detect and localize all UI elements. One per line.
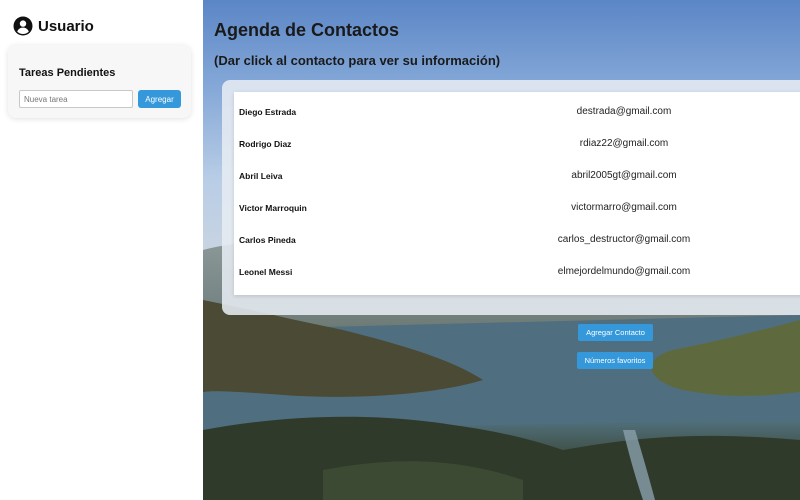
page-subtitle: (Dar click al contacto para ver su infor… [214,53,501,68]
tasks-title: Tareas Pendientes [19,67,116,79]
contact-email: elmejordelmundo@gmail.com [557,266,691,277]
contact-name: Victor Marroquin [239,203,307,213]
contact-row[interactable]: Rodrigo Diaz rdiaz22@gmail.com [234,135,800,155]
contact-name: Rodrigo Diaz [239,139,292,149]
contact-row[interactable]: Leonel Messi elmejordelmundo@gmail.com [234,263,800,283]
contact-row[interactable]: Victor Marroquin victormarro@gmail.com [234,199,800,219]
contact-email: destrada@gmail.com [576,106,672,117]
tasks-card: Tareas Pendientes Agregar [8,45,191,118]
contact-name: Diego Estrada [239,107,297,117]
contact-row[interactable]: Carlos Pineda carlos_destructor@gmail.co… [234,231,800,251]
contact-name: Carlos Pineda [239,235,296,245]
page-title: Agenda de Contactos [214,20,400,40]
new-task-input[interactable] [19,90,133,108]
contact-email: abril2005gt@gmail.com [571,170,677,181]
contact-email: carlos_destructor@gmail.com [557,234,691,245]
contact-email: rdiaz22@gmail.com [579,138,669,149]
user-label: Usuario [38,17,94,35]
user-circle-icon [13,16,33,36]
add-contact-button[interactable]: Agregar Contacto [578,324,653,341]
sidebar: Usuario Tareas Pendientes Agregar [0,0,203,500]
contacts-panel: Diego Estrada destrada@gmail.com Rodrigo… [222,80,800,315]
contact-name: Abril Leiva [239,171,283,181]
favorites-button[interactable]: Números favoritos [577,352,653,369]
contact-name: Leonel Messi [239,267,293,277]
contact-row[interactable]: Abril Leiva abril2005gt@gmail.com [234,167,800,187]
main-content: Agenda de Contactos (Dar click al contac… [203,0,800,500]
contacts-list: Diego Estrada destrada@gmail.com Rodrigo… [234,92,800,295]
user-header: Usuario [13,16,94,36]
contact-row[interactable]: Diego Estrada destrada@gmail.com [234,103,800,123]
add-task-button[interactable]: Agregar [138,90,181,108]
contact-email: victormarro@gmail.com [571,202,677,213]
